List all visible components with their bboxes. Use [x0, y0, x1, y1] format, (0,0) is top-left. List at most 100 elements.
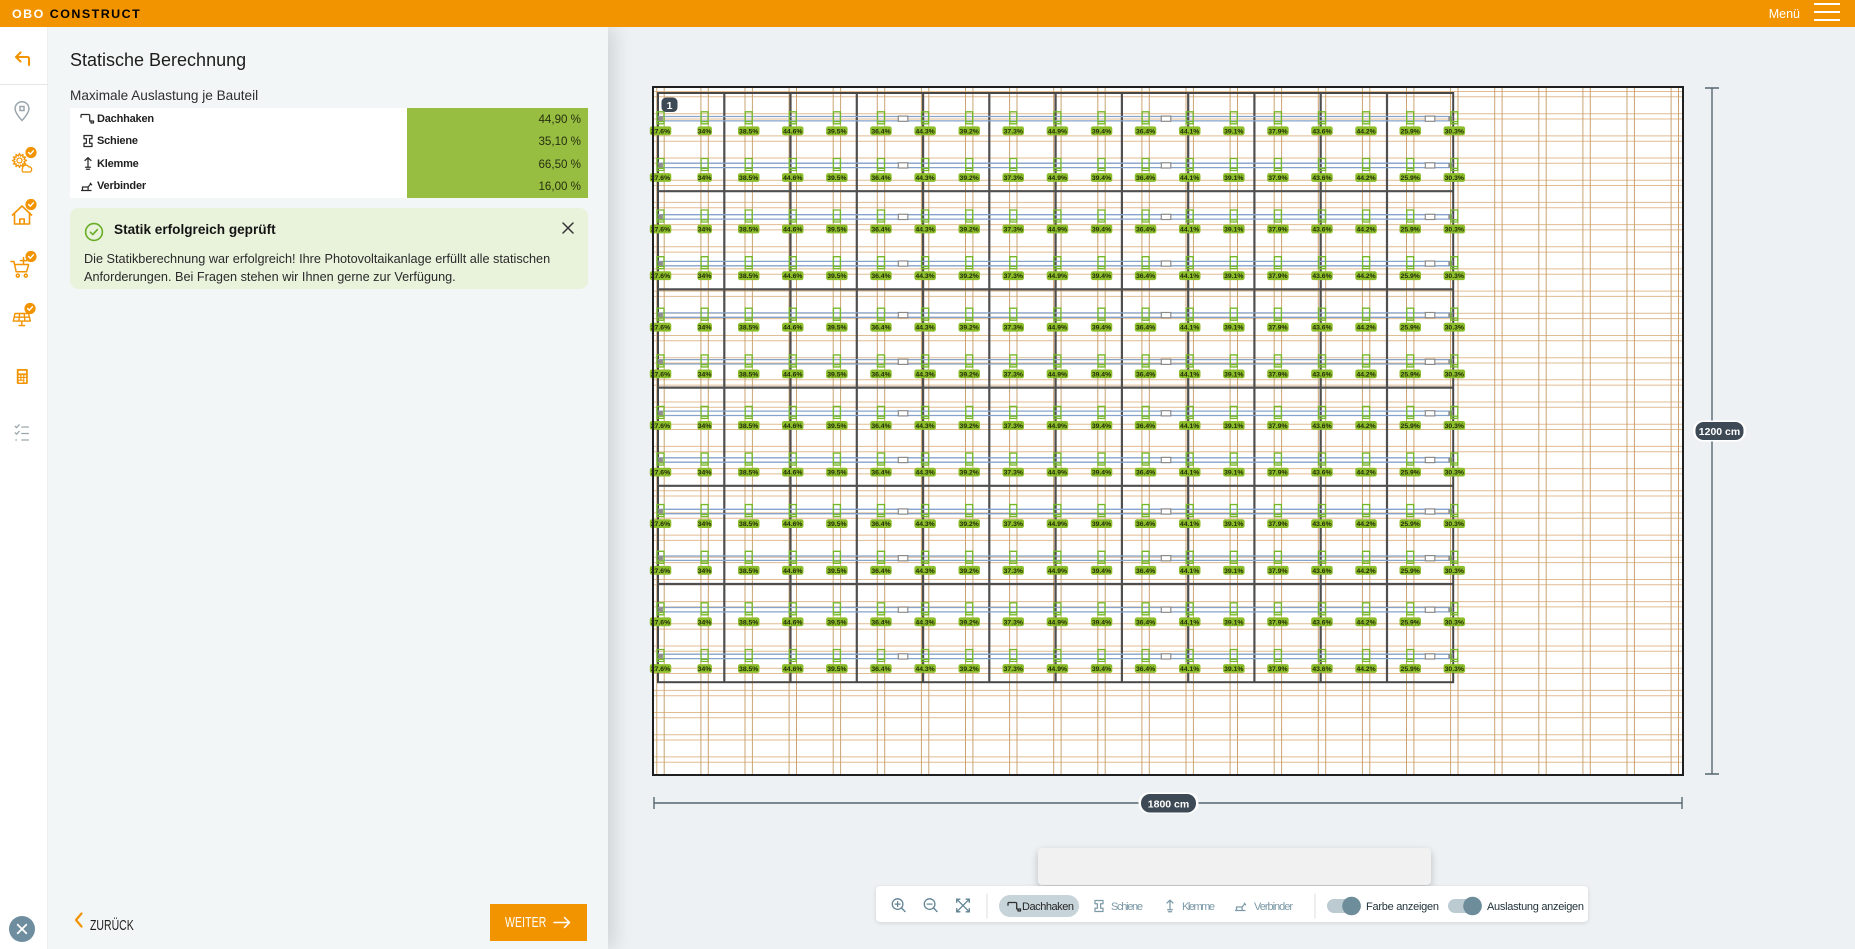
svg-text:30.3%: 30.3% — [1445, 227, 1464, 234]
svg-text:44.1%: 44.1% — [1180, 175, 1199, 182]
svg-text:43.6%: 43.6% — [1312, 470, 1331, 477]
svg-text:34%: 34% — [698, 568, 712, 575]
svg-text:39.1%: 39.1% — [1224, 619, 1243, 626]
svg-text:Verbinder: Verbinder — [1254, 901, 1293, 913]
svg-text:36.4%: 36.4% — [1136, 568, 1155, 575]
svg-text:44.1%: 44.1% — [1180, 371, 1199, 378]
svg-text:39.1%: 39.1% — [1224, 273, 1243, 280]
svg-text:44.3%: 44.3% — [915, 227, 934, 234]
svg-text:38.5%: 38.5% — [739, 325, 758, 332]
svg-text:39.1%: 39.1% — [1224, 175, 1243, 182]
svg-text:36.4%: 36.4% — [871, 423, 890, 430]
svg-text:37.9%: 37.9% — [1268, 619, 1287, 626]
svg-text:34%: 34% — [698, 175, 712, 182]
svg-text:37.3%: 37.3% — [1004, 371, 1023, 378]
svg-text:44.1%: 44.1% — [1180, 423, 1199, 430]
svg-text:39.5%: 39.5% — [827, 128, 846, 135]
svg-text:36.4%: 36.4% — [1136, 423, 1155, 430]
svg-text:30.3%: 30.3% — [1445, 128, 1464, 135]
svg-text:44.1%: 44.1% — [1180, 568, 1199, 575]
svg-text:1200 cm: 1200 cm — [1699, 426, 1740, 438]
svg-text:44.2%: 44.2% — [1356, 521, 1375, 528]
svg-text:39.2%: 39.2% — [960, 227, 979, 234]
svg-text:44.9%: 44.9% — [1048, 619, 1067, 626]
svg-text:39.4%: 39.4% — [1092, 423, 1111, 430]
svg-text:39.5%: 39.5% — [827, 423, 846, 430]
svg-text:39.5%: 39.5% — [827, 325, 846, 332]
svg-text:44.2%: 44.2% — [1356, 470, 1375, 477]
svg-text:39.4%: 39.4% — [1092, 470, 1111, 477]
svg-text:44.1%: 44.1% — [1180, 273, 1199, 280]
svg-text:30.3%: 30.3% — [1445, 521, 1464, 528]
svg-text:44.3%: 44.3% — [915, 128, 934, 135]
svg-text:44.3%: 44.3% — [915, 666, 934, 673]
svg-text:44.3%: 44.3% — [915, 175, 934, 182]
svg-text:25.9%: 25.9% — [1401, 568, 1420, 575]
svg-text:37.3%: 37.3% — [1004, 175, 1023, 182]
svg-text:39.2%: 39.2% — [960, 128, 979, 135]
svg-text:38.5%: 38.5% — [739, 521, 758, 528]
svg-text:44.3%: 44.3% — [915, 568, 934, 575]
svg-text:39.1%: 39.1% — [1224, 227, 1243, 234]
svg-text:38.5%: 38.5% — [739, 423, 758, 430]
svg-text:36.4%: 36.4% — [871, 371, 890, 378]
svg-text:37.3%: 37.3% — [1004, 325, 1023, 332]
svg-text:36.4%: 36.4% — [871, 470, 890, 477]
svg-text:39.5%: 39.5% — [827, 470, 846, 477]
svg-text:44.3%: 44.3% — [915, 325, 934, 332]
svg-text:37.9%: 37.9% — [1268, 227, 1287, 234]
svg-text:34%: 34% — [698, 227, 712, 234]
svg-text:30.3%: 30.3% — [1445, 175, 1464, 182]
svg-text:25.9%: 25.9% — [1401, 371, 1420, 378]
svg-text:44.1%: 44.1% — [1180, 521, 1199, 528]
svg-text:39.4%: 39.4% — [1092, 521, 1111, 528]
svg-text:36.4%: 36.4% — [871, 128, 890, 135]
svg-text:Auslastung anzeigen: Auslastung anzeigen — [1487, 901, 1584, 913]
svg-text:Farbe anzeigen: Farbe anzeigen — [1366, 901, 1439, 913]
svg-text:30.3%: 30.3% — [1445, 619, 1464, 626]
svg-text:44.1%: 44.1% — [1180, 227, 1199, 234]
svg-text:25.9%: 25.9% — [1401, 273, 1420, 280]
svg-text:39.5%: 39.5% — [827, 371, 846, 378]
svg-text:30.3%: 30.3% — [1445, 470, 1464, 477]
svg-text:43.6%: 43.6% — [1312, 371, 1331, 378]
svg-text:44.6%: 44.6% — [783, 175, 802, 182]
svg-text:36.4%: 36.4% — [871, 568, 890, 575]
svg-text:39.2%: 39.2% — [960, 423, 979, 430]
svg-text:37.3%: 37.3% — [1004, 568, 1023, 575]
svg-text:44.3%: 44.3% — [915, 470, 934, 477]
svg-text:25.9%: 25.9% — [1401, 619, 1420, 626]
svg-text:44.6%: 44.6% — [783, 619, 802, 626]
svg-text:39.2%: 39.2% — [960, 470, 979, 477]
svg-text:44.2%: 44.2% — [1356, 666, 1375, 673]
svg-text:44.3%: 44.3% — [915, 521, 934, 528]
svg-text:44.9%: 44.9% — [1048, 423, 1067, 430]
svg-text:44.6%: 44.6% — [783, 128, 802, 135]
svg-text:44.9%: 44.9% — [1048, 175, 1067, 182]
svg-text:44.1%: 44.1% — [1180, 470, 1199, 477]
svg-text:39.5%: 39.5% — [827, 175, 846, 182]
svg-text:43.6%: 43.6% — [1312, 666, 1331, 673]
svg-text:25.9%: 25.9% — [1401, 521, 1420, 528]
svg-text:36.4%: 36.4% — [871, 325, 890, 332]
svg-text:37.3%: 37.3% — [1004, 423, 1023, 430]
svg-text:39.2%: 39.2% — [960, 325, 979, 332]
svg-text:39.2%: 39.2% — [960, 175, 979, 182]
svg-text:39.5%: 39.5% — [827, 521, 846, 528]
svg-text:39.1%: 39.1% — [1224, 666, 1243, 673]
svg-text:43.6%: 43.6% — [1312, 325, 1331, 332]
svg-text:44.2%: 44.2% — [1356, 175, 1375, 182]
svg-text:44.9%: 44.9% — [1048, 666, 1067, 673]
svg-text:Klemme: Klemme — [1182, 901, 1215, 913]
svg-text:37.9%: 37.9% — [1268, 128, 1287, 135]
svg-text:34%: 34% — [698, 273, 712, 280]
svg-text:43.6%: 43.6% — [1312, 128, 1331, 135]
svg-text:44.6%: 44.6% — [783, 227, 802, 234]
svg-text:44.9%: 44.9% — [1048, 325, 1067, 332]
svg-text:44.2%: 44.2% — [1356, 325, 1375, 332]
svg-text:30.3%: 30.3% — [1445, 423, 1464, 430]
svg-text:38.5%: 38.5% — [739, 666, 758, 673]
svg-text:36.4%: 36.4% — [1136, 470, 1155, 477]
svg-text:37.3%: 37.3% — [1004, 666, 1023, 673]
svg-text:43.6%: 43.6% — [1312, 175, 1331, 182]
